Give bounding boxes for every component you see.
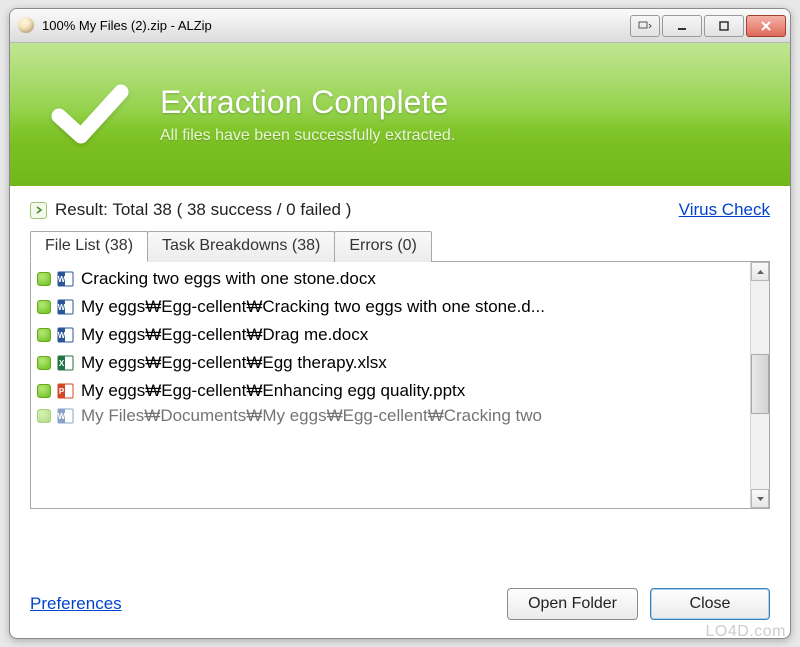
file-name: My Files₩Documents₩My eggs₩Egg-cellent₩C… [81,406,542,426]
result-text: Result: Total 38 ( 38 success / 0 failed… [55,200,679,220]
tab-task-breakdowns[interactable]: Task Breakdowns (38) [147,231,335,262]
maximize-button[interactable] [704,15,744,37]
word-file-icon: W [57,270,75,288]
status-success-icon [37,300,51,314]
svg-text:W: W [58,412,66,421]
status-success-icon [37,384,51,398]
word-file-icon: W [57,407,75,425]
app-window: 100% My Files (2).zip - ALZip Extraction… [9,8,791,639]
svg-text:W: W [58,331,66,340]
file-name: My eggs₩Egg-cellent₩Cracking two eggs wi… [81,297,545,317]
tab-file-list[interactable]: File List (38) [30,231,148,262]
scroll-up-button[interactable] [751,262,769,281]
list-item[interactable]: P My eggs₩Egg-cellent₩Enhancing egg quali… [31,377,750,405]
status-banner: Extraction Complete All files have been … [10,43,790,186]
scroll-down-button[interactable] [751,489,769,508]
app-icon [18,17,36,35]
tab-errors[interactable]: Errors (0) [334,231,432,262]
status-success-icon [37,272,51,286]
window-button-group [630,15,786,37]
word-file-icon: W [57,298,75,316]
list-item[interactable]: X My eggs₩Egg-cellent₩Egg therapy.xlsx [31,349,750,377]
file-name: Cracking two eggs with one stone.docx [81,269,376,289]
banner-text: Extraction Complete All files have been … [160,84,455,145]
result-row: Result: Total 38 ( 38 success / 0 failed… [30,200,770,220]
tab-bar: File List (38) Task Breakdowns (38) Erro… [30,230,770,261]
banner-heading: Extraction Complete [160,84,455,121]
minimize-button[interactable] [662,15,702,37]
list-item[interactable]: W My eggs₩Egg-cellent₩Cracking two eggs w… [31,293,750,321]
window-title: 100% My Files (2).zip - ALZip [42,18,630,33]
excel-file-icon: X [57,354,75,372]
file-name: My eggs₩Egg-cellent₩Enhancing egg qualit… [81,381,465,401]
file-list-box: W Cracking two eggs with one stone.docx W M… [30,261,770,509]
body-area: Result: Total 38 ( 38 success / 0 failed… [10,186,790,523]
status-success-icon [37,356,51,370]
checkmark-icon [38,65,138,165]
scroll-track[interactable] [751,281,769,489]
titlebar[interactable]: 100% My Files (2).zip - ALZip [10,9,790,43]
list-item[interactable]: W My eggs₩Egg-cellent₩Drag me.docx [31,321,750,349]
svg-text:X: X [59,359,65,368]
open-folder-button[interactable]: Open Folder [507,588,638,620]
preferences-link[interactable]: Preferences [30,594,122,614]
list-item[interactable]: W Cracking two eggs with one stone.docx [31,265,750,293]
expand-result-icon[interactable] [30,202,47,219]
virus-check-link[interactable]: Virus Check [679,200,770,220]
compact-mode-button[interactable] [630,15,660,37]
status-success-icon [37,409,51,423]
close-window-button[interactable] [746,15,786,37]
close-button[interactable]: Close [650,588,770,620]
status-success-icon [37,328,51,342]
scroll-thumb[interactable] [751,354,769,414]
list-item[interactable]: W My Files₩Documents₩My eggs₩Egg-cellent₩… [31,405,750,427]
footer: Preferences Open Folder Close [30,588,770,620]
ppt-file-icon: P [57,382,75,400]
file-list[interactable]: W Cracking two eggs with one stone.docx W M… [31,262,750,508]
svg-text:P: P [59,387,65,396]
banner-subheading: All files have been successfully extract… [160,127,455,145]
svg-text:W: W [58,275,66,284]
svg-text:W: W [58,303,66,312]
word-file-icon: W [57,326,75,344]
scrollbar[interactable] [750,262,769,508]
file-name: My eggs₩Egg-cellent₩Drag me.docx [81,325,368,345]
file-name: My eggs₩Egg-cellent₩Egg therapy.xlsx [81,353,387,373]
